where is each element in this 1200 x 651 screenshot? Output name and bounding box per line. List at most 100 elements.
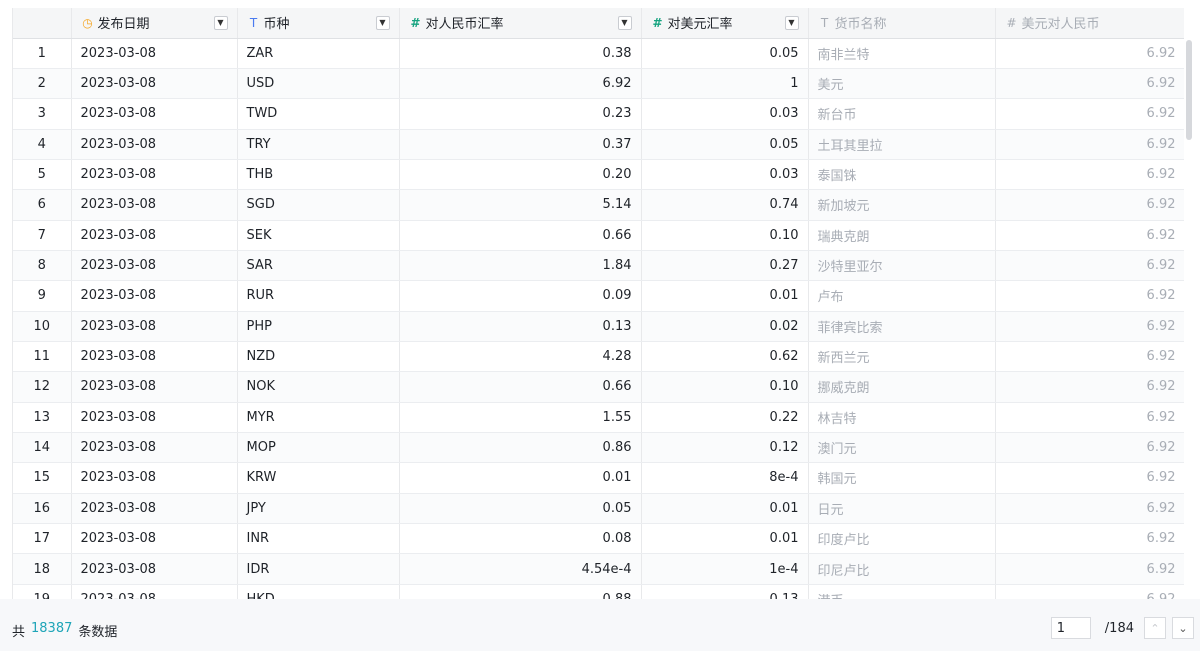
currency-name-cell[interactable]: 澳门元: [808, 432, 996, 464]
date-cell[interactable]: 2023-03-08: [71, 402, 238, 433]
date-cell[interactable]: 2023-03-08: [71, 462, 238, 494]
cny-rate-cell[interactable]: 5.14: [399, 189, 642, 221]
date-cell[interactable]: 2023-03-08: [71, 493, 238, 525]
currency-code-cell[interactable]: USD: [237, 68, 400, 100]
date-cell[interactable]: 2023-03-08: [71, 189, 238, 221]
row-index[interactable]: 5: [13, 159, 72, 191]
date-cell[interactable]: 2023-03-08: [71, 311, 238, 342]
usd-to-cny-cell[interactable]: 6.92: [995, 584, 1184, 599]
currency-name-cell[interactable]: 新台币: [808, 98, 996, 130]
currency-code-cell[interactable]: PHP: [237, 311, 400, 342]
date-cell[interactable]: 2023-03-08: [71, 341, 238, 373]
currency-code-cell[interactable]: SAR: [237, 250, 400, 282]
row-index[interactable]: 1: [13, 38, 72, 69]
table-row[interactable]: 13 2023-03-08 MYR 1.55 0.22 林吉特 6.92: [13, 402, 1184, 433]
currency-code-cell[interactable]: NZD: [237, 341, 400, 373]
currency-name-cell[interactable]: 瑞典克朗: [808, 220, 996, 251]
table-row[interactable]: 8 2023-03-08 SAR 1.84 0.27 沙特里亚尔 6.92: [13, 250, 1184, 282]
usd-rate-cell[interactable]: 1: [641, 68, 809, 100]
currency-name-cell[interactable]: 港币: [808, 584, 996, 599]
usd-to-cny-cell[interactable]: 6.92: [995, 341, 1184, 373]
currency-name-cell[interactable]: 土耳其里拉: [808, 129, 996, 160]
date-cell[interactable]: 2023-03-08: [71, 280, 238, 312]
usd-rate-cell[interactable]: 0.05: [641, 38, 809, 69]
currency-code-cell[interactable]: TRY: [237, 129, 400, 160]
cny-rate-cell[interactable]: 4.28: [399, 341, 642, 373]
row-index[interactable]: 6: [13, 189, 72, 221]
row-index[interactable]: 9: [13, 280, 72, 312]
usd-rate-cell[interactable]: 8e-4: [641, 462, 809, 494]
usd-rate-cell[interactable]: 0.10: [641, 220, 809, 251]
column-header-usd-to-cny[interactable]: # 美元对人民币: [995, 8, 1184, 39]
usd-to-cny-cell[interactable]: 6.92: [995, 493, 1184, 525]
cny-rate-cell[interactable]: 0.66: [399, 371, 642, 403]
usd-rate-cell[interactable]: 0.62: [641, 341, 809, 373]
column-header-cny-rate[interactable]: # 对人民币汇率 ▼: [399, 8, 642, 39]
currency-name-cell[interactable]: 日元: [808, 493, 996, 525]
currency-code-cell[interactable]: JPY: [237, 493, 400, 525]
date-cell[interactable]: 2023-03-08: [71, 159, 238, 191]
row-index[interactable]: 4: [13, 129, 72, 160]
row-index[interactable]: 11: [13, 341, 72, 373]
usd-rate-cell[interactable]: 0.74: [641, 189, 809, 221]
currency-code-cell[interactable]: MOP: [237, 432, 400, 464]
date-cell[interactable]: 2023-03-08: [71, 432, 238, 464]
usd-rate-cell[interactable]: 0.01: [641, 523, 809, 555]
date-cell[interactable]: 2023-03-08: [71, 220, 238, 251]
date-cell[interactable]: 2023-03-08: [71, 553, 238, 585]
dropdown-caret-icon[interactable]: ▼: [784, 15, 799, 30]
usd-to-cny-cell[interactable]: 6.92: [995, 129, 1184, 160]
currency-name-cell[interactable]: 印度卢比: [808, 523, 996, 555]
currency-code-cell[interactable]: SGD: [237, 189, 400, 221]
cny-rate-cell[interactable]: 0.01: [399, 462, 642, 494]
usd-to-cny-cell[interactable]: 6.92: [995, 553, 1184, 585]
currency-name-cell[interactable]: 印尼卢比: [808, 553, 996, 585]
usd-rate-cell[interactable]: 0.01: [641, 280, 809, 312]
usd-to-cny-cell[interactable]: 6.92: [995, 371, 1184, 403]
currency-code-cell[interactable]: NOK: [237, 371, 400, 403]
table-row[interactable]: 1 2023-03-08 ZAR 0.38 0.05 南非兰特 6.92: [13, 38, 1184, 69]
cny-rate-cell[interactable]: 0.88: [399, 584, 642, 599]
currency-code-cell[interactable]: HKD: [237, 584, 400, 599]
next-page-button[interactable]: ⌄: [1172, 617, 1194, 639]
currency-code-cell[interactable]: RUR: [237, 280, 400, 312]
row-index[interactable]: 2: [13, 68, 72, 100]
row-index[interactable]: 13: [13, 402, 72, 433]
prev-page-button[interactable]: ⌃: [1144, 617, 1166, 639]
usd-rate-cell[interactable]: 0.03: [641, 159, 809, 191]
currency-name-cell[interactable]: 韩国元: [808, 462, 996, 494]
cny-rate-cell[interactable]: 0.23: [399, 98, 642, 130]
dropdown-caret-icon[interactable]: ▼: [213, 15, 228, 30]
currency-name-cell[interactable]: 新西兰元: [808, 341, 996, 373]
row-index[interactable]: 18: [13, 553, 72, 585]
page-number-input[interactable]: [1050, 617, 1091, 639]
usd-rate-cell[interactable]: 0.13: [641, 584, 809, 599]
row-index[interactable]: 15: [13, 462, 72, 494]
currency-name-cell[interactable]: 美元: [808, 68, 996, 100]
usd-to-cny-cell[interactable]: 6.92: [995, 462, 1184, 494]
dropdown-caret-icon[interactable]: ▼: [617, 15, 632, 30]
usd-to-cny-cell[interactable]: 6.92: [995, 250, 1184, 282]
table-row[interactable]: 192023-03-08HKD0.880.13港币6.92: [13, 584, 1184, 599]
currency-name-cell[interactable]: 菲律宾比索: [808, 311, 996, 342]
cny-rate-cell[interactable]: 1.55: [399, 402, 642, 433]
table-row[interactable]: 2 2023-03-08 USD 6.92 1 美元 6.92: [13, 68, 1184, 100]
row-index[interactable]: 7: [13, 220, 72, 251]
date-cell[interactable]: 2023-03-08: [71, 250, 238, 282]
table-row[interactable]: 5 2023-03-08 THB 0.20 0.03 泰国铢 6.92: [13, 159, 1184, 191]
cny-rate-cell[interactable]: 0.13: [399, 311, 642, 342]
usd-to-cny-cell[interactable]: 6.92: [995, 189, 1184, 221]
row-index[interactable]: 16: [13, 493, 72, 525]
date-cell[interactable]: 2023-03-08: [71, 68, 238, 100]
column-header-currency-name[interactable]: T 货币名称: [808, 8, 996, 39]
table-row[interactable]: 14 2023-03-08 MOP 0.86 0.12 澳门元 6.92: [13, 432, 1184, 464]
usd-rate-cell[interactable]: 0.03: [641, 98, 809, 130]
table-row[interactable]: 4 2023-03-08 TRY 0.37 0.05 土耳其里拉 6.92: [13, 129, 1184, 160]
usd-rate-cell[interactable]: 0.27: [641, 250, 809, 282]
usd-to-cny-cell[interactable]: 6.92: [995, 402, 1184, 433]
usd-to-cny-cell[interactable]: 6.92: [995, 311, 1184, 342]
table-row[interactable]: 15 2023-03-08 KRW 0.01 8e-4 韩国元 6.92: [13, 462, 1184, 494]
currency-name-cell[interactable]: 林吉特: [808, 402, 996, 433]
cny-rate-cell[interactable]: 1.84: [399, 250, 642, 282]
currency-name-cell[interactable]: 沙特里亚尔: [808, 250, 996, 282]
